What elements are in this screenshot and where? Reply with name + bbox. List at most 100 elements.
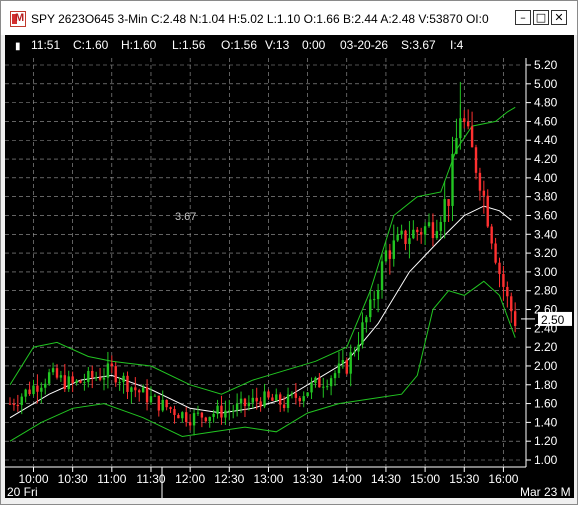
y-tick-label: 5.20 bbox=[534, 58, 558, 72]
candle-body bbox=[106, 363, 110, 378]
candle-body bbox=[239, 398, 243, 404]
candle-body bbox=[486, 195, 489, 227]
candle-body bbox=[427, 222, 431, 227]
candle-body bbox=[28, 389, 31, 395]
y-tick-label: 3.20 bbox=[534, 246, 558, 260]
chart-window: M SPY 2623O645 3-Min C:2.48 N:1.04 H:5.0… bbox=[0, 0, 578, 505]
candle-body bbox=[71, 376, 74, 383]
candle-body bbox=[204, 417, 208, 422]
candle-body bbox=[306, 392, 309, 397]
candle-body bbox=[345, 360, 348, 374]
candle-body bbox=[149, 396, 153, 403]
candle-body bbox=[91, 370, 94, 378]
candle-body bbox=[463, 118, 466, 122]
y-tick-label: 5.00 bbox=[534, 77, 558, 91]
candle-body bbox=[192, 413, 196, 426]
window-title: SPY 2623O645 3-Min C:2.48 N:1.04 H:5.02 … bbox=[31, 12, 489, 26]
candle-body bbox=[474, 147, 478, 173]
candle-body bbox=[59, 375, 63, 378]
candle-body bbox=[153, 395, 157, 397]
candle-body bbox=[196, 412, 200, 414]
candle-body bbox=[333, 373, 337, 379]
candle-body bbox=[255, 397, 258, 402]
x-tick-label: 12:00 bbox=[175, 472, 205, 486]
candle-body bbox=[79, 380, 82, 383]
candle-body bbox=[349, 352, 352, 374]
candle-body bbox=[447, 199, 450, 206]
candle-body bbox=[279, 394, 282, 405]
candle-body bbox=[157, 395, 161, 411]
candle-body bbox=[134, 387, 137, 391]
y-tick-label: 3.80 bbox=[534, 190, 558, 204]
candle-body bbox=[271, 397, 274, 401]
x-tick-label: 10:30 bbox=[58, 472, 88, 486]
candle-body bbox=[220, 405, 223, 418]
candle-body bbox=[443, 199, 446, 222]
candle-body bbox=[8, 403, 12, 405]
y-tick-label: 1.20 bbox=[534, 434, 558, 448]
candle-body bbox=[16, 405, 20, 407]
candle-body bbox=[369, 299, 372, 318]
candle-body bbox=[87, 370, 90, 383]
info-close: C:1.60 bbox=[73, 38, 109, 52]
candle-body bbox=[478, 172, 482, 191]
last-price-label: 2.50 bbox=[541, 313, 565, 327]
title-bar[interactable]: M SPY 2623O645 3-Min C:2.48 N:1.04 H:5.0… bbox=[1, 1, 577, 35]
info-s: S:3.67 bbox=[401, 38, 436, 52]
candle-body bbox=[282, 404, 286, 408]
candle-body bbox=[110, 363, 114, 367]
candle-body bbox=[47, 372, 51, 384]
candle-body bbox=[372, 299, 376, 301]
candle-body bbox=[67, 376, 70, 390]
candle-body bbox=[419, 232, 423, 235]
candle-body bbox=[267, 391, 270, 398]
candle-body bbox=[388, 250, 392, 259]
candle-body bbox=[290, 393, 294, 395]
y-tick-label: 1.60 bbox=[534, 397, 558, 411]
candle-body bbox=[94, 377, 98, 379]
candle-body bbox=[408, 238, 411, 245]
candle-body bbox=[145, 387, 149, 403]
candle-body bbox=[20, 396, 23, 406]
candle-body bbox=[498, 262, 501, 274]
x-tick-label: 10:00 bbox=[18, 472, 48, 486]
y-tick-label: 4.00 bbox=[534, 171, 558, 185]
close-button[interactable]: ✕ bbox=[551, 10, 567, 25]
candle-body bbox=[470, 126, 474, 148]
annotation-label: 3.67 bbox=[175, 211, 196, 223]
maximize-button[interactable]: □ bbox=[533, 10, 549, 25]
info-i: I:4 bbox=[450, 38, 464, 52]
y-tick-label: 4.40 bbox=[534, 133, 558, 147]
candle-body bbox=[502, 273, 505, 287]
candle-body bbox=[376, 290, 380, 300]
candle-body bbox=[455, 138, 458, 154]
candle-body bbox=[494, 243, 497, 263]
candle-body bbox=[294, 393, 298, 398]
candle-body bbox=[188, 422, 192, 426]
x-tick-label: 11:00 bbox=[97, 472, 126, 486]
candle-body bbox=[341, 360, 345, 364]
candle-body bbox=[451, 153, 454, 206]
x-tick-label: 16:00 bbox=[488, 472, 518, 486]
candle-body bbox=[51, 368, 55, 373]
chart-background bbox=[5, 35, 574, 498]
y-tick-label: 4.60 bbox=[534, 114, 558, 128]
x-tick-label: 15:30 bbox=[449, 472, 479, 486]
candle-body bbox=[169, 407, 172, 410]
candle-body bbox=[298, 397, 301, 402]
candle-body bbox=[275, 394, 278, 401]
candle-body bbox=[126, 375, 129, 392]
candle-body bbox=[322, 386, 325, 388]
info-high: H:1.60 bbox=[121, 38, 157, 52]
price-chart[interactable]: ▮ 11:51 C:1.60 H:1.60 L:1.56 O:1.56 V:13… bbox=[5, 35, 574, 498]
candle-body bbox=[259, 401, 262, 407]
candle-body bbox=[310, 382, 313, 393]
y-tick-label: 1.80 bbox=[534, 378, 558, 392]
candle-body bbox=[314, 377, 317, 383]
y-tick-label: 2.00 bbox=[534, 359, 558, 373]
minimize-button[interactable]: – bbox=[515, 10, 531, 25]
y-tick-label: 3.60 bbox=[534, 208, 558, 222]
date-label-left: 20 Fri bbox=[7, 485, 38, 498]
candle-body bbox=[466, 121, 470, 127]
candle-body bbox=[177, 414, 180, 419]
